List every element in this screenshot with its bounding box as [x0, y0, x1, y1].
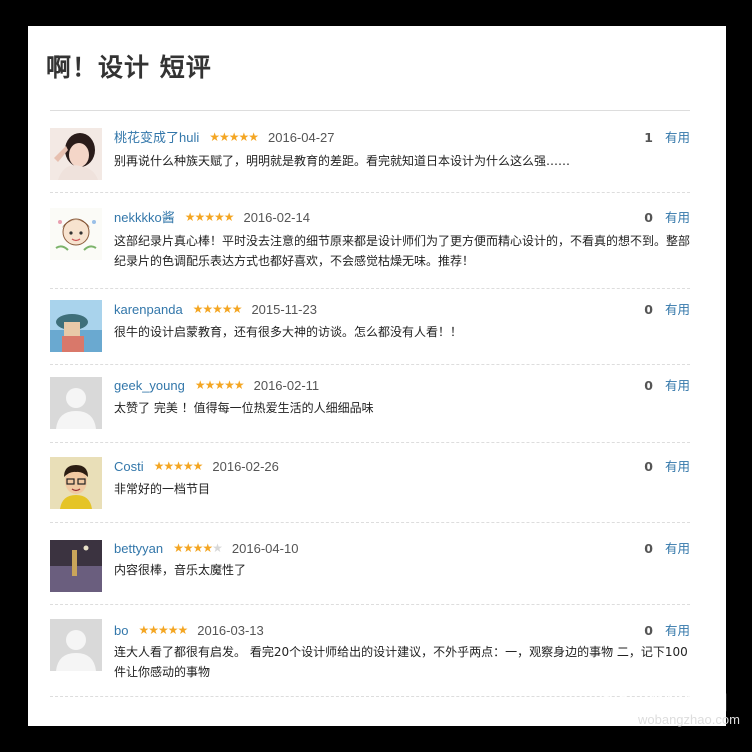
vote-area: 0 有用: [644, 540, 690, 558]
star-rating: ★★★★★: [138, 621, 188, 639]
default-avatar[interactable]: [50, 377, 102, 429]
watermark-url: wobangzhao.com: [638, 712, 740, 727]
site-watermark: 我帮找网 wobangzhao.com: [598, 686, 748, 730]
review-text: 别再说什么种族天赋了，明明就是教育的差距。看完就知道日本设计为什么这么强……: [114, 154, 571, 168]
user-avatar[interactable]: [50, 208, 102, 260]
vote-count: 1: [644, 130, 653, 145]
review-date: 2016-03-13: [197, 623, 264, 638]
star-icon: ★★★★: [173, 541, 213, 555]
star-icon: ★★★★★: [138, 623, 188, 637]
vote-count: 0: [644, 210, 653, 225]
user-avatar[interactable]: [50, 300, 102, 352]
vote-count: 0: [644, 302, 653, 317]
review-item: nekkkko酱 ★★★★★ 2016-02-14 0 有用 这部纪录片真心棒！…: [50, 192, 690, 289]
review-date: 2016-04-27: [268, 130, 335, 145]
username-link[interactable]: geek_young: [114, 378, 185, 393]
vote-count: 0: [644, 541, 653, 556]
review-text: 太赞了 完美 ！值得每一位热爱生活的人细细品味: [114, 401, 374, 415]
useful-button[interactable]: 有用: [665, 541, 690, 556]
review-item: 桃花变成了huli ★★★★★ 2016-04-27 1 有用 别再说什么种族天…: [50, 112, 690, 193]
review-header: karenpanda ★★★★★ 2015-11-23 0 有用: [114, 301, 690, 319]
default-avatar[interactable]: [50, 619, 102, 671]
user-avatar[interactable]: [50, 128, 102, 180]
empty-star-icon: ★: [212, 541, 223, 555]
vote-area: 0 有用: [644, 301, 690, 319]
star-rating: ★★★★★: [209, 128, 259, 146]
review-header: bettyyan ★★★★★ 2016-04-10 0 有用: [114, 540, 690, 558]
review-item: Costi ★★★★★ 2016-02-26 0 有用 非常好的一档节目: [50, 442, 690, 523]
page-title: 啊！设计 短评: [46, 53, 212, 82]
review-item: bettyyan ★★★★★ 2016-04-10 0 有用 内容很棒，音乐太魔…: [50, 522, 690, 605]
user-avatar[interactable]: [50, 540, 102, 592]
review-date: 2016-02-26: [212, 459, 279, 474]
user-avatar[interactable]: [50, 457, 102, 509]
vote-count: 0: [644, 459, 653, 474]
review-header: Costi ★★★★★ 2016-02-26 0 有用: [114, 458, 690, 476]
username-link[interactable]: Costi: [114, 459, 144, 474]
review-header: nekkkko酱 ★★★★★ 2016-02-14 0 有用: [114, 209, 690, 227]
review-header: bo ★★★★★ 2016-03-13 0 有用: [114, 622, 690, 640]
reviews-panel: 啊！设计 短评 桃花变成了huli ★★★★★ 2016-04-27 1 有用 …: [28, 26, 726, 726]
star-rating: ★★★★★: [192, 300, 243, 318]
review-item: bo ★★★★★ 2016-03-13 0 有用 连大人看了都很有启发。 看完2…: [50, 604, 690, 697]
magnifier-icon: [602, 690, 636, 724]
star-rating: ★★★★★: [194, 376, 245, 394]
vote-area: 0 有用: [644, 209, 690, 227]
star-icon: ★★★★★: [194, 378, 245, 392]
review-text: 这部纪录片真心棒！平时没去注意的细节原来都是设计师们为了更方便而精心设计的，不看…: [114, 234, 691, 268]
username-link[interactable]: bo: [114, 623, 128, 638]
vote-area: 0 有用: [644, 377, 690, 395]
review-header: geek_young ★★★★★ 2016-02-11 0 有用: [114, 377, 690, 395]
review-date: 2016-02-11: [253, 378, 320, 393]
review-item: karenpanda ★★★★★ 2015-11-23 0 有用 很牛的设计启蒙…: [50, 288, 690, 365]
vote-count: 0: [644, 378, 653, 393]
review-text: 内容很棒，音乐太魔性了: [114, 563, 247, 577]
star-rating: ★★★★★: [153, 457, 204, 475]
username-link[interactable]: karenpanda: [114, 302, 183, 317]
vote-area: 0 有用: [644, 622, 690, 640]
useful-button[interactable]: 有用: [665, 378, 690, 393]
star-rating: ★★★★★: [173, 539, 223, 557]
review-text: 连大人看了都很有启发。 看完20个设计师给出的设计建议，不外乎两点：一，观察身边…: [114, 645, 688, 679]
username-link[interactable]: nekkkko酱: [114, 210, 175, 225]
useful-button[interactable]: 有用: [665, 623, 690, 638]
star-rating: ★★★★★: [184, 208, 235, 226]
review-item: geek_young ★★★★★ 2016-02-11 0 有用 太赞了 完美 …: [50, 364, 690, 443]
vote-area: 0 有用: [644, 458, 690, 476]
star-icon: ★★★★★: [184, 210, 235, 224]
vote-area: 1 有用: [644, 129, 690, 147]
review-header: 桃花变成了huli ★★★★★ 2016-04-27 1 有用: [114, 129, 690, 147]
vote-count: 0: [644, 623, 653, 638]
star-icon: ★★★★★: [209, 130, 259, 144]
review-date: 2015-11-23: [251, 302, 317, 317]
username-link[interactable]: 桃花变成了huli: [114, 130, 199, 145]
useful-button[interactable]: 有用: [665, 130, 690, 145]
star-icon: ★★★★★: [192, 302, 243, 316]
review-text: 非常好的一档节目: [114, 482, 211, 496]
review-date: 2016-04-10: [231, 541, 299, 556]
username-link[interactable]: bettyyan: [114, 541, 163, 556]
useful-button[interactable]: 有用: [665, 302, 690, 317]
useful-button[interactable]: 有用: [665, 459, 690, 474]
divider: [50, 110, 690, 111]
review-date: 2016-02-14: [243, 210, 310, 225]
useful-button[interactable]: 有用: [665, 210, 690, 225]
review-text: 很牛的设计启蒙教育，还有很多大神的访谈。怎么都没有人看！！: [114, 325, 463, 339]
star-icon: ★★★★★: [153, 459, 204, 473]
